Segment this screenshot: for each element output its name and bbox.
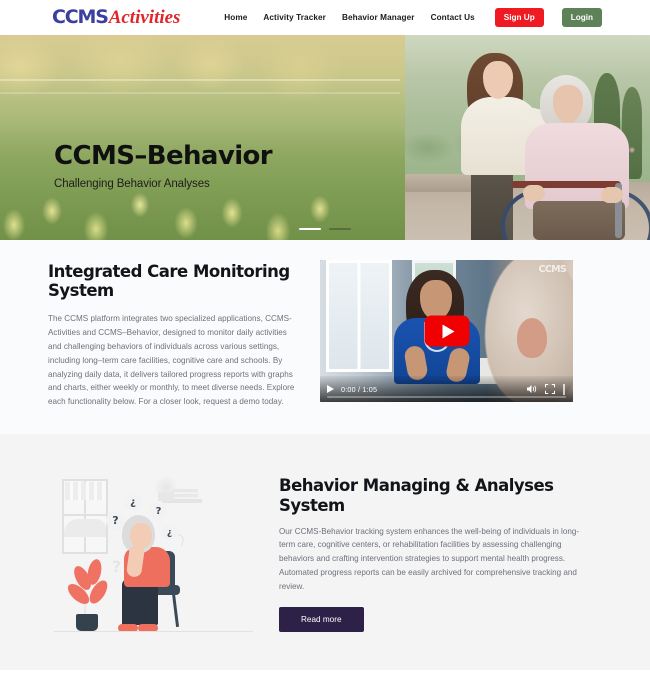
nav-item-behavior-manager[interactable]: Behavior Manager (342, 13, 415, 22)
logo-text-ccms: CCMS (52, 6, 109, 28)
carousel-indicator-1[interactable] (299, 227, 321, 230)
thought-bubble-icon: ? (106, 511, 125, 530)
logo-text-activities: Activities (108, 7, 181, 28)
hero-text-block: CCMS–Behavior Challenging Behavior Analy… (54, 141, 273, 190)
video-play-button[interactable] (424, 315, 469, 347)
integrated-care-section: Integrated Care Monitoring System The CC… (0, 240, 650, 434)
video-scene-window (326, 260, 392, 372)
thought-bubble-icon: ¿ (162, 525, 177, 540)
hero-subtitle: Challenging Behavior Analyses (54, 178, 210, 190)
fullscreen-icon[interactable] (545, 384, 555, 394)
thought-bubble-icon: ? (150, 503, 167, 520)
illustration-shelf-plant (154, 475, 178, 493)
illustration-chair-leg (171, 592, 180, 628)
behavior-body: Our CCMS-Behavior tracking system enhanc… (279, 526, 580, 592)
video-watermark: CCMS (538, 264, 567, 275)
site-header: CCMS Activities Home Activity Tracker Beh… (0, 0, 650, 35)
more-options-icon[interactable] (562, 383, 566, 395)
elderly-woman-lap (533, 201, 625, 240)
illustration-plant-pot (76, 614, 98, 631)
nav-item-home[interactable]: Home (224, 13, 247, 22)
squiggle-icon (174, 533, 186, 547)
page-footer-spacer (0, 670, 650, 700)
thought-bubble-icon: ¿ (124, 493, 142, 511)
integrated-care-title: Integrated Care Monitoring System (48, 262, 290, 301)
behavior-title: Behavior Managing & Analyses System (279, 475, 554, 515)
site-logo[interactable]: CCMS Activities (52, 6, 180, 29)
question-mark-icon: ? (112, 557, 122, 576)
carousel-indicators (0, 227, 650, 230)
hero-title: CCMS–Behavior (54, 141, 273, 171)
video-player[interactable]: CCMS 0:00 / 1:05 (320, 260, 573, 402)
play-icon (442, 324, 454, 338)
main-navigation: Home Activity Tracker Behavior Manager C… (224, 8, 602, 27)
sign-up-button[interactable]: Sign Up (494, 8, 544, 27)
hero-fence-rail-lower (0, 92, 400, 94)
hero-carousel: CCMS–Behavior Challenging Behavior Analy… (0, 35, 650, 240)
behavior-text-column: Behavior Managing & Analyses System Our … (279, 472, 594, 633)
hero-photo (405, 35, 650, 240)
video-patient-ear (517, 318, 547, 358)
carousel-indicator-2[interactable] (329, 227, 351, 230)
elderly-woman-hand-left (523, 185, 545, 201)
illustration-shelf-pot (158, 492, 174, 501)
play-small-icon[interactable] (327, 385, 334, 393)
video-progress-bar[interactable] (327, 396, 566, 398)
video-control-bar: 0:00 / 1:05 (320, 376, 573, 402)
illustration-window-blinds (65, 482, 105, 500)
nav-item-contact-us[interactable]: Contact Us (431, 13, 475, 22)
read-more-button[interactable]: Read more (279, 607, 364, 633)
illustration-window-view (64, 519, 106, 537)
illustration-floor-line (54, 630, 253, 632)
video-timestamp: 0:00 / 1:05 (341, 384, 378, 394)
login-button[interactable]: Login (561, 8, 602, 27)
integrated-care-body: The CCMS platform integrates two special… (48, 313, 295, 407)
behavior-illustration: ? ¿ ? ¿ ? (46, 467, 261, 637)
integrated-care-text-column: Integrated Care Monitoring System The CC… (48, 258, 298, 434)
volume-icon[interactable] (527, 384, 538, 394)
nav-item-activity-tracker[interactable]: Activity Tracker (263, 13, 326, 22)
behavior-managing-section: ? ¿ ? ¿ ? Behavior Managing & Analyses S… (0, 434, 650, 670)
elderly-woman-hand-right (601, 187, 623, 203)
hero-fence-rail-upper (0, 79, 400, 81)
